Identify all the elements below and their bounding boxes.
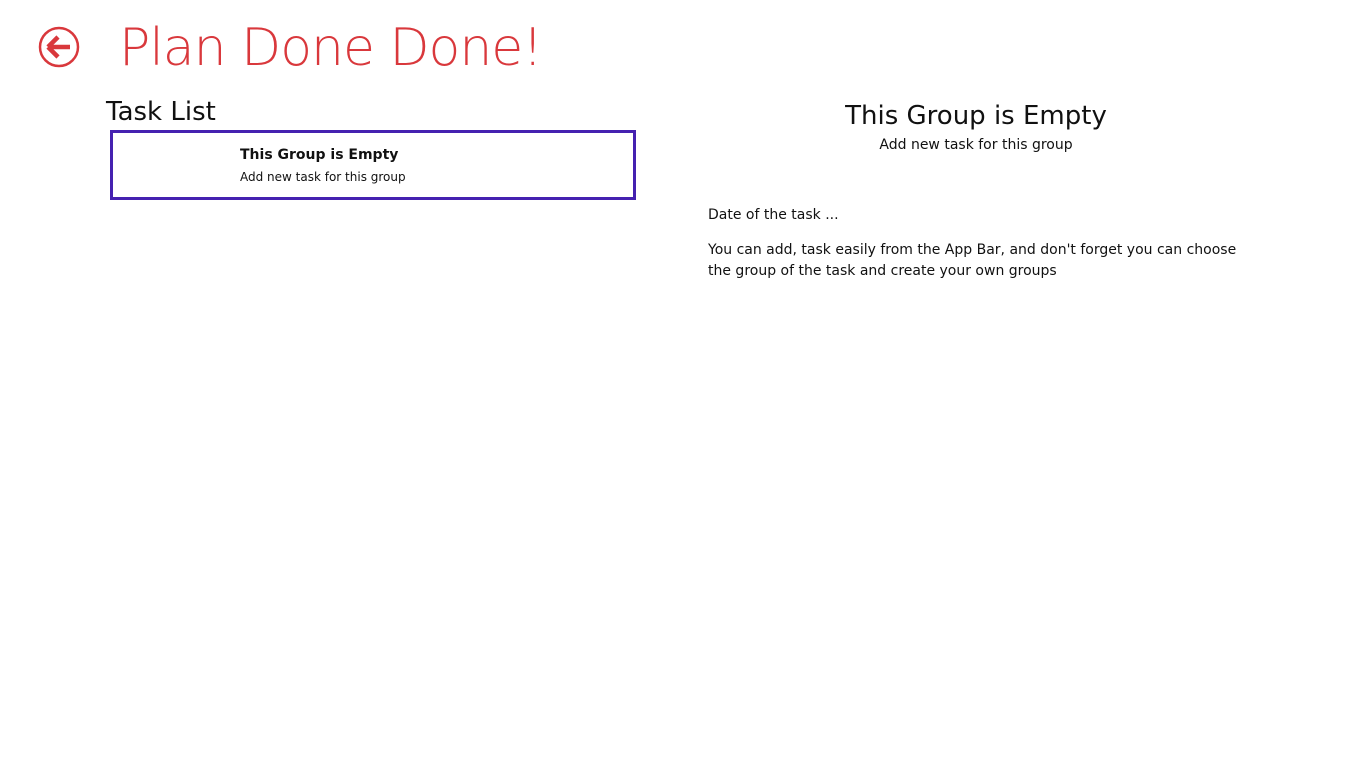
back-button[interactable]	[38, 26, 80, 68]
task-list-item[interactable]: This Group is Empty Add new task for thi…	[110, 130, 636, 200]
app-page: Plan Done Done! Task List This Group is …	[0, 0, 1366, 768]
back-arrow-circle-icon	[38, 26, 80, 68]
task-item-subtitle: Add new task for this group	[240, 170, 406, 184]
task-list-title: Task List	[106, 97, 216, 127]
task-item-title: This Group is Empty	[240, 147, 399, 163]
detail-date: Date of the task ...	[708, 207, 839, 223]
app-title: Plan Done Done!	[119, 18, 543, 78]
detail-title: This Group is Empty	[845, 101, 1107, 131]
detail-description: You can add, task easily from the App Ba…	[708, 242, 1237, 279]
detail-subtitle: Add new task for this group	[879, 137, 1073, 153]
